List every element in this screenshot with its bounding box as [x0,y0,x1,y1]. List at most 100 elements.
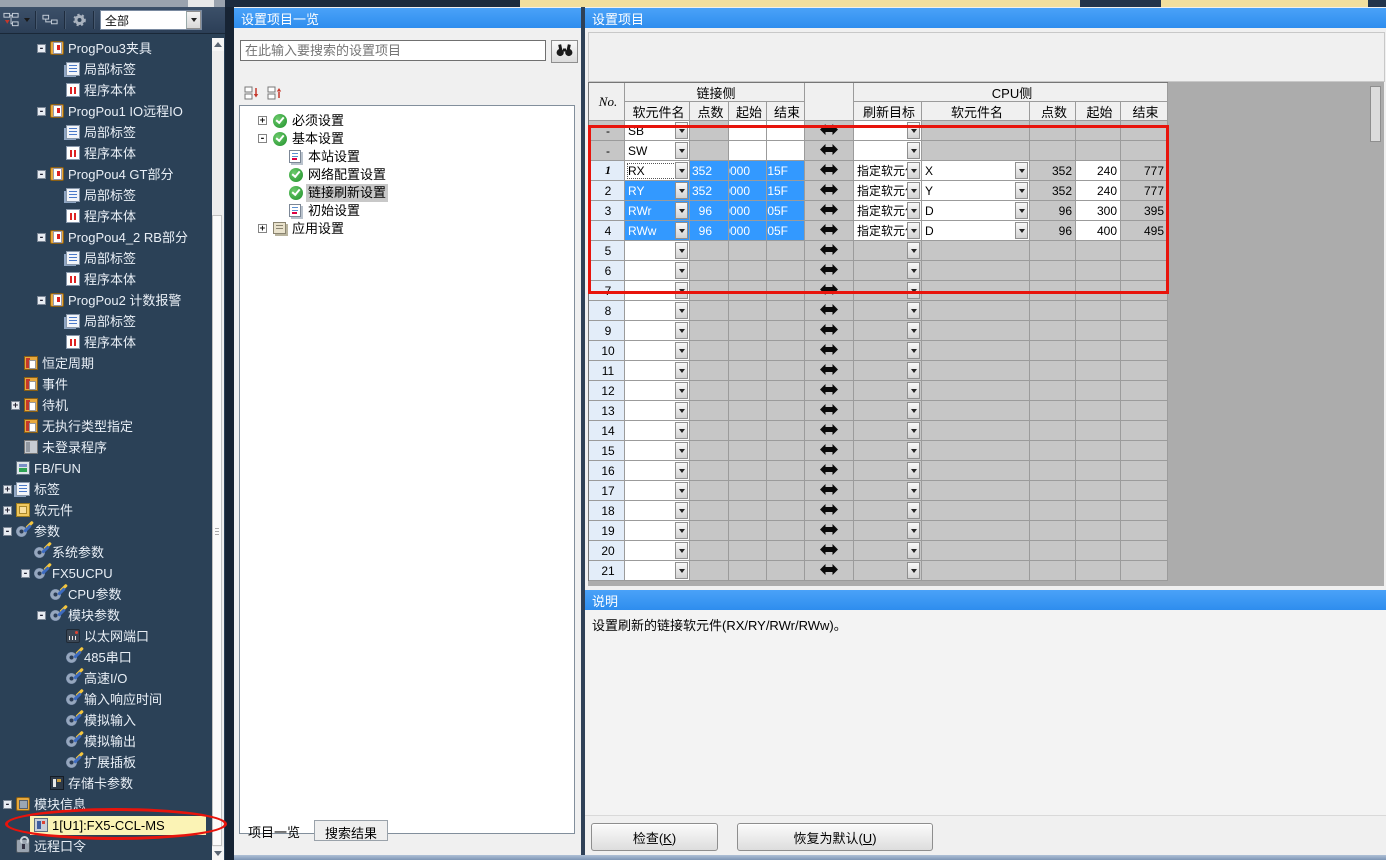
tree-expander-icon[interactable]: - [21,569,30,578]
settings-tree-item[interactable]: 初始设置 [240,202,574,220]
link-device-cell[interactable]: RY [625,181,690,201]
dropdown-button-icon[interactable] [675,342,688,359]
link-device-cell[interactable] [625,381,690,401]
link-device-cell[interactable] [625,541,690,561]
settings-tree-item[interactable]: +应用设置 [240,220,574,238]
refresh-target-cell[interactable] [854,441,922,461]
tree-view-options-icon[interactable] [3,13,20,27]
dropdown-button-icon[interactable] [907,382,920,399]
dropdown-button-icon[interactable] [675,182,688,199]
sidebar-item[interactable]: 局部标签 [0,122,210,143]
sidebar-item[interactable]: -模块参数 [0,605,210,626]
link-end-cell[interactable] [767,121,805,141]
refresh-target-cell[interactable] [854,301,922,321]
dropdown-button-icon[interactable] [907,542,920,559]
link-device-cell[interactable] [625,301,690,321]
sidebar-item[interactable]: 模拟输入 [0,710,210,731]
dropdown-button-icon[interactable] [675,162,688,179]
sidebar-item[interactable]: 程序本体 [0,332,210,353]
dropdown-button-icon[interactable] [675,302,688,319]
link-device-cell[interactable]: RX [625,161,690,181]
refresh-target-cell[interactable] [854,521,922,541]
sidebar-item[interactable]: 局部标签 [0,311,210,332]
sidebar-item[interactable]: FB/FUN [0,458,210,479]
tree-expander-icon[interactable]: + [3,506,12,515]
link-start-cell[interactable] [729,141,767,161]
check-button[interactable]: 检查(K) [591,823,718,851]
tree-filter-caret-icon[interactable] [186,11,201,29]
sidebar-item[interactable]: 局部标签 [0,185,210,206]
dropdown-button-icon[interactable] [675,142,688,159]
dropdown-button-icon[interactable] [907,302,920,319]
dropdown-button-icon[interactable] [907,362,920,379]
link-start-cell[interactable]: 00000 [729,161,767,181]
dropdown-button-icon[interactable] [907,482,920,499]
settings-tree-item[interactable]: 链接刷新设置 [240,184,574,202]
sidebar-item[interactable]: 扩展插板 [0,752,210,773]
sidebar-item[interactable]: 程序本体 [0,80,210,101]
refresh-target-cell[interactable] [854,381,922,401]
dropdown-button-icon[interactable] [675,122,688,139]
sidebar-item[interactable]: 485串口 [0,647,210,668]
link-end-cell[interactable]: 0005F [767,221,805,241]
dropdown-button-icon[interactable] [1015,222,1028,239]
tree-expander-icon[interactable]: + [258,116,267,125]
sidebar-item[interactable]: -ProgPou4_2 RB部分 [0,227,210,248]
cpu-device-cell[interactable]: Y [922,181,1030,201]
dropdown-button-icon[interactable] [907,502,920,519]
sidebar-item[interactable]: 程序本体 [0,143,210,164]
settings-tree-item[interactable]: +必须设置 [240,112,574,130]
search-button[interactable] [551,40,578,63]
link-end-cell[interactable]: 0015F [767,161,805,181]
sidebar-item[interactable]: +待机 [0,395,210,416]
sidebar-item[interactable]: -ProgPou4 GT部分 [0,164,210,185]
dropdown-button-icon[interactable] [907,522,920,539]
table-scrollbar-thumb[interactable] [1370,86,1381,142]
refresh-target-cell[interactable] [854,481,922,501]
sidebar-item[interactable]: +标签 [0,479,210,500]
tab-item-list[interactable]: 项目一览 [238,820,310,841]
link-start-cell[interactable]: 00000 [729,201,767,221]
dropdown-button-icon[interactable] [675,502,688,519]
refresh-target-cell[interactable]: 指定软元件 [854,221,922,241]
sidebar-item[interactable]: 远程口令 [0,836,210,857]
sidebar-item[interactable]: 系统参数 [0,542,210,563]
refresh-target-cell[interactable] [854,341,922,361]
sidebar-item[interactable]: -模块信息 [0,794,210,815]
tree-expander-icon[interactable]: - [37,44,46,53]
dropdown-button-icon[interactable] [907,202,920,219]
dropdown-button-icon[interactable] [675,402,688,419]
dropdown-button-icon[interactable] [1015,162,1028,179]
sidebar-item[interactable]: 局部标签 [0,248,210,269]
dropdown-button-icon[interactable] [675,202,688,219]
tree-filter-dropdown[interactable]: 全部 [100,10,202,30]
tree-expander-icon[interactable]: - [258,134,267,143]
refresh-target-cell[interactable] [854,501,922,521]
refresh-target-cell[interactable]: 指定软元件 [854,201,922,221]
dropdown-button-icon[interactable] [907,182,920,199]
link-device-cell[interactable]: SW [625,141,690,161]
dropdown-button-icon[interactable] [675,382,688,399]
dropdown-button-icon[interactable] [907,282,920,299]
refresh-target-cell[interactable] [854,401,922,421]
link-device-cell[interactable] [625,461,690,481]
dropdown-button-icon[interactable] [907,342,920,359]
tree-expander-icon[interactable]: - [37,170,46,179]
tree-expander-icon[interactable]: + [3,485,12,494]
link-end-cell[interactable]: 0005F [767,201,805,221]
scrollbar-thumb[interactable] [212,215,222,846]
dropdown-button-icon[interactable] [907,562,920,579]
refresh-target-cell[interactable] [854,281,922,301]
link-device-cell[interactable] [625,481,690,501]
link-device-cell[interactable] [625,281,690,301]
sidebar-item[interactable]: 以太网端口 [0,626,210,647]
dropdown-button-icon[interactable] [675,242,688,259]
sidebar-item[interactable]: 存储卡参数 [0,773,210,794]
link-device-cell[interactable] [625,441,690,461]
sidebar-item[interactable]: 事件 [0,374,210,395]
settings-tree-item[interactable]: 本站设置 [240,148,574,166]
tab-search-result[interactable]: 搜索结果 [314,820,388,841]
dropdown-button-icon[interactable] [675,282,688,299]
tree-expander-icon[interactable]: - [37,107,46,116]
refresh-target-cell[interactable] [854,461,922,481]
